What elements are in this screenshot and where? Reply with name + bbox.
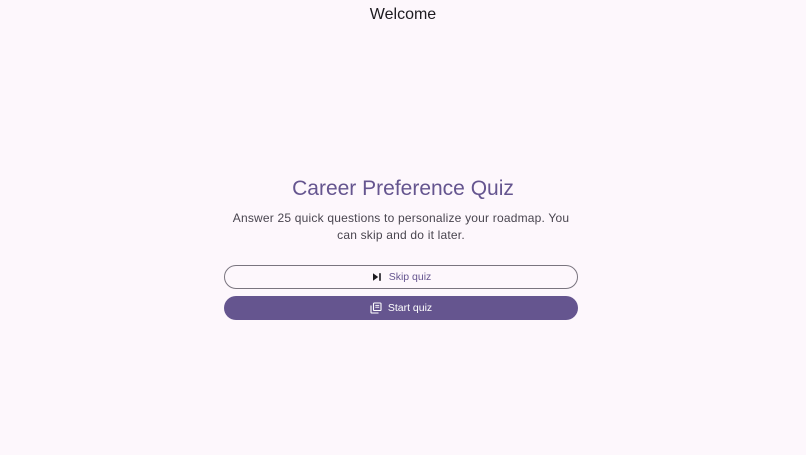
quiz-library-icon (370, 302, 382, 314)
quiz-description: Answer 25 quick questions to personalize… (232, 211, 570, 242)
skip-quiz-button[interactable]: Skip quiz (224, 265, 578, 289)
app-bar: Welcome (0, 0, 806, 28)
start-quiz-button[interactable]: Start quiz (224, 296, 578, 320)
page-title: Welcome (369, 5, 437, 23)
quiz-title: Career Preference Quiz (292, 177, 514, 200)
skip-next-icon (371, 271, 383, 283)
skip-quiz-label: Skip quiz (388, 271, 432, 283)
start-quiz-label: Start quiz (387, 302, 433, 314)
